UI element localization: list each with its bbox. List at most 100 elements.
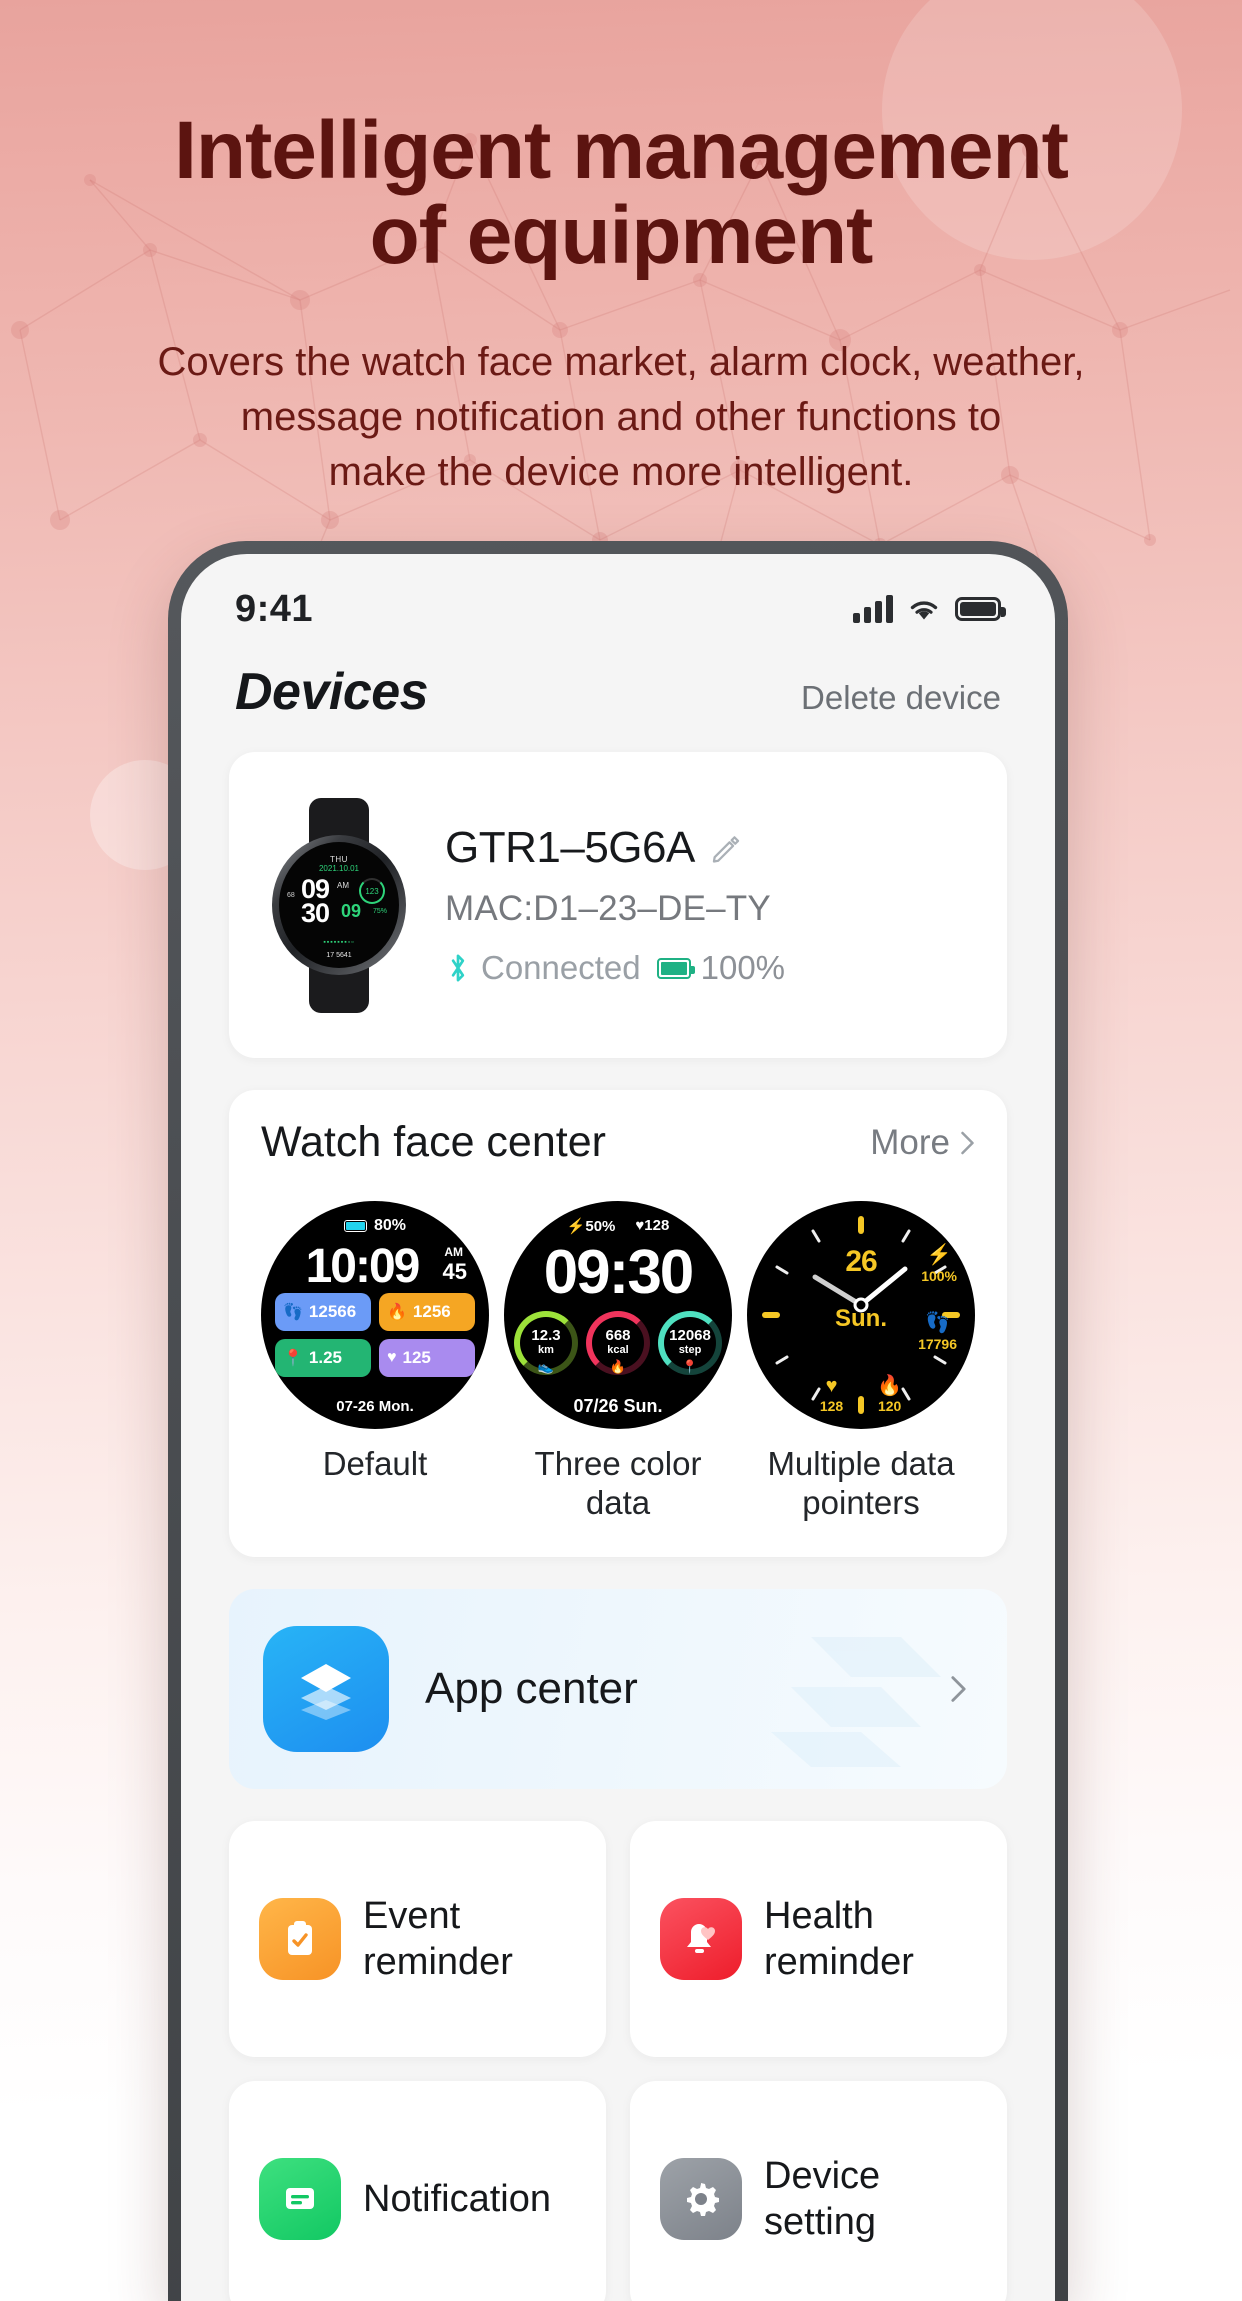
layers-icon [263, 1625, 389, 1752]
headline-line-2: of equipment [369, 190, 874, 282]
tile-health-reminder[interactable]: Health reminder [630, 1820, 1007, 2057]
status-icons [853, 595, 1006, 623]
face3-battery-group: ⚡ 100% [921, 1243, 957, 1286]
message-icon [259, 2157, 341, 2240]
chevron-right-icon [961, 1131, 974, 1154]
face2-distance-unit: km [538, 1344, 554, 1357]
watch-seconds: 09 [341, 901, 362, 921]
tile-label-health-reminder: Health reminder [764, 1893, 914, 1986]
flame-icon: 🔥 [387, 1304, 407, 1321]
subheadline-line-2: message notification and other functions… [240, 395, 1002, 440]
tile-event-reminder[interactable]: Event reminder [229, 1820, 606, 2057]
face2-battery-level: 50% [585, 1218, 616, 1235]
face2-steps-value: 12068 [669, 1327, 711, 1345]
clipboard-check-icon [259, 1897, 341, 1980]
watch-face-option-three-color[interactable]: ⚡50% ♥128 09:30 12.3 km 👟 668 kcal 🔥 120… [504, 1201, 732, 1523]
bluetooth-icon [451, 954, 465, 982]
face3-steps-value: 17796 [918, 1336, 957, 1352]
device-status-row: Connected 100% [445, 949, 973, 987]
face1-date: 07-26 Mon. [336, 1398, 414, 1415]
feature-tile-grid: Event reminder Health reminder Notificat… [229, 1820, 1007, 2301]
app-center-row[interactable]: App center [229, 1588, 1007, 1789]
footprints-icon: 👣 [283, 1304, 303, 1321]
phone-screen: 9:41 Devices Delete device THU 2021.10.0… [181, 554, 1055, 2301]
watch-face-list: 80% 10:09 AM 45 👣 12566 🔥 1256 📍 1.25 ♥ … [261, 1201, 975, 1523]
face2-distance-value: 12.3 [531, 1327, 561, 1345]
heart-icon: ♥ [825, 1375, 838, 1398]
wifi-icon [910, 601, 938, 620]
tile-label-line1: Health [764, 1894, 874, 1937]
watch-footer-value: 17 5641 [326, 952, 352, 959]
face3-heart-value: 128 [819, 1398, 844, 1415]
face2-ring-group: 12.3 km 👟 668 kcal 🔥 12068 step 📍 [514, 1311, 722, 1375]
tile-device-setting[interactable]: Device setting [630, 2080, 1007, 2301]
watch-left-value: 68 [287, 892, 295, 899]
face2-ring-steps: 12068 step 📍 [658, 1311, 722, 1375]
bolt-icon: ⚡ [566, 1218, 586, 1235]
device-name: GTR1–5G6A [445, 823, 695, 872]
tile-label-line1: Event [363, 1894, 461, 1937]
face3-calories-value: 120 [877, 1398, 902, 1415]
headline-line-1: Intelligent management [174, 105, 1069, 196]
face1-status: 80% [261, 1217, 489, 1235]
subheadline-line-3: make the device more intelligent. [328, 450, 914, 495]
app-center-decoration [771, 1636, 941, 1767]
heart-icon: ♥ [635, 1217, 645, 1234]
face1-label: Default [322, 1445, 428, 1482]
face2-time: 09:30 [543, 1238, 695, 1307]
tile-label-notification: Notification [363, 2176, 551, 2222]
device-battery-level: 100% [700, 949, 786, 986]
face1-seconds: 45 [442, 1259, 467, 1284]
bell-heart-icon [660, 1897, 742, 1980]
face1-battery-level: 80% [373, 1217, 407, 1234]
gear-icon [660, 2157, 742, 2240]
page-title: Devices [235, 663, 429, 721]
watch-ampm: AM [337, 881, 349, 890]
watch-date: 2021.10.01 [318, 864, 360, 873]
watch-progress-bar: ▪▪▪▪▪▪▪▫▫ [323, 939, 355, 946]
more-label: More [870, 1122, 950, 1162]
watch-weekday: THU [330, 855, 348, 864]
shoe-icon: 👟 [537, 1359, 555, 1374]
bolt-icon: ⚡ [926, 1244, 952, 1266]
face3-bottom-metrics: ♥ 128 🔥 120 [747, 1374, 975, 1415]
tile-notification[interactable]: Notification [229, 2080, 606, 2301]
watch-face-option-default[interactable]: 80% 10:09 AM 45 👣 12566 🔥 1256 📍 1.25 ♥ … [261, 1201, 489, 1523]
location-pin-icon: 📍 [681, 1359, 699, 1374]
face3-label: Multiple data pointers [767, 1445, 955, 1521]
face1-metric-heart: ♥ 125 [379, 1339, 475, 1377]
watch-small-pct: 75% [372, 908, 387, 915]
face1-battery-icon [343, 1220, 367, 1232]
watch-face-center-title: Watch face center [261, 1118, 606, 1166]
status-time: 9:41 [235, 587, 314, 630]
face3-heart-group: ♥ 128 [820, 1374, 843, 1415]
face2-ring-calories: 668 kcal 🔥 [586, 1311, 650, 1375]
pencil-icon[interactable] [709, 831, 743, 865]
heart-icon: ♥ [387, 1349, 397, 1366]
tile-label-line2: reminder [764, 1940, 914, 1983]
watch-face-more-button[interactable]: More [870, 1123, 975, 1163]
cellular-signal-icon [853, 595, 893, 623]
watch-face-preview-default: 80% 10:09 AM 45 👣 12566 🔥 1256 📍 1.25 ♥ … [261, 1201, 489, 1429]
tile-label-line1: Device [764, 2154, 881, 2197]
face3-battery-level: 100% [921, 1268, 957, 1284]
watch-face-center-card: Watch face center More 80% 10:09 AM 45 👣… [229, 1090, 1007, 1557]
face2-calories-unit: kcal [607, 1344, 629, 1357]
phone-mockup: 9:41 Devices Delete device THU 2021.10.0… [168, 541, 1068, 2301]
delete-device-button[interactable]: Delete device [801, 679, 1001, 717]
page-headline: Intelligent management of equipment [0, 108, 1242, 279]
watch-face-option-multiple-pointers[interactable]: 26 Sun. ⚡ 100% 👣 17796 ♥ 128 🔥 120 Multi… [747, 1201, 975, 1523]
face1-metric-distance: 📍 1.25 [275, 1339, 371, 1377]
device-card[interactable]: THU 2021.10.01 09 30 09 AM 123 68 75% ▪▪… [229, 752, 1007, 1058]
content-scroll-area[interactable]: THU 2021.10.01 09 30 09 AM 123 68 75% ▪▪… [181, 722, 1055, 2301]
footprints-icon: 👣 [925, 1312, 950, 1334]
face1-steps-value: 12566 [308, 1302, 357, 1321]
subheadline-line-1: Covers the watch face market, alarm cloc… [157, 340, 1085, 384]
connection-status: Connected [481, 949, 641, 986]
face1-metric-steps: 👣 12566 [275, 1293, 371, 1331]
face2-heart-group: ♥128 [635, 1217, 669, 1235]
device-mac-address: MAC:D1–23–DE–TY [445, 889, 771, 928]
status-bar: 9:41 [181, 554, 1055, 646]
face2-steps-unit: step [678, 1344, 702, 1357]
watch-face-center-header: Watch face center More [261, 1118, 975, 1167]
